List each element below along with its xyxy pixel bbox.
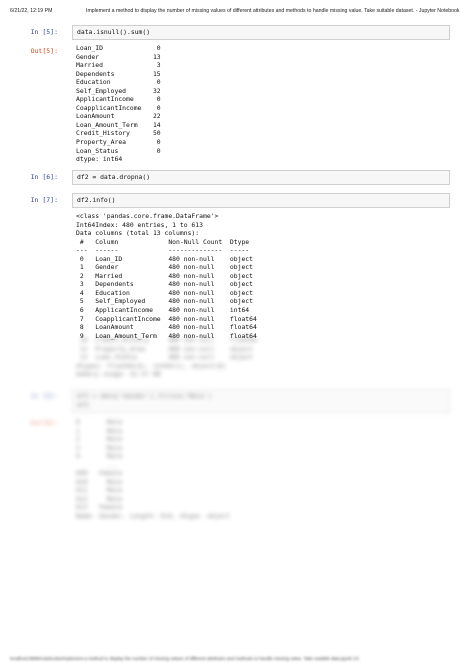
in-prompt: In [6]:: [30, 173, 58, 181]
cell-output: <class 'pandas.core.frame.DataFrame'> In…: [76, 212, 257, 340]
in-prompt: In [5]:: [30, 28, 58, 36]
code-input[interactable]: df2 = data.dropna(): [72, 170, 450, 185]
out-prompt: Out[8]:: [30, 419, 58, 427]
code-input[interactable]: df2.info(): [72, 193, 450, 208]
in-prompt: In [7]:: [30, 196, 58, 204]
cell-output: 0 Male 1 Male 2 Male 3 Male 4 Male ... 6…: [76, 418, 230, 521]
code-input[interactable]: df3 = data['Gender'].fillna('Male') df3: [72, 389, 450, 413]
out-prompt: Out[5]:: [30, 47, 58, 55]
print-date: 6/21/22, 12:19 PM: [10, 8, 53, 14]
cell-output: Loan_ID 0 Gender 13 Married 3 Dependents…: [76, 44, 161, 164]
cell-output-blurred: 10 Credit_History 480 non-null float64 1…: [76, 336, 257, 379]
page-footer: localhost:8888/notebooks/Implement a met…: [10, 656, 360, 661]
code-input[interactable]: data.isnull().sum(): [72, 25, 450, 40]
page-title: Implement a method to display the number…: [86, 8, 460, 14]
in-prompt: In [8]:: [30, 392, 58, 400]
page-header: 6/21/22, 12:19 PM Implement a method to …: [10, 8, 464, 20]
